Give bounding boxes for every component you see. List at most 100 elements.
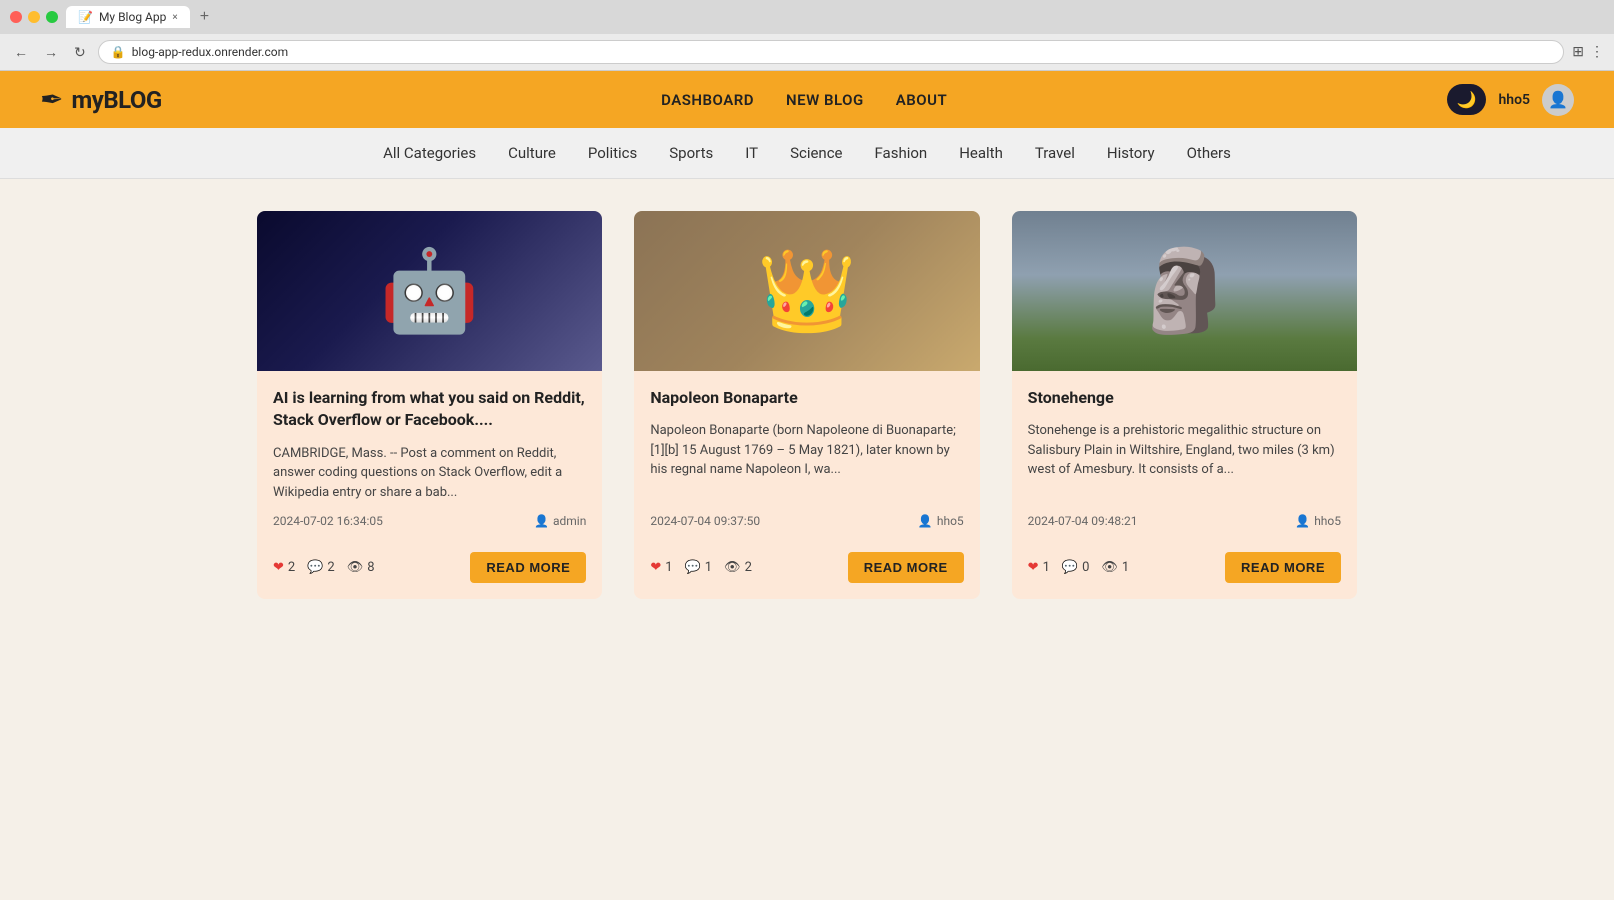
browser-chrome: 📝 My Blog App × + ← → ↻ 🔒 blog-app-redux… (0, 0, 1614, 71)
close-button[interactable] (10, 11, 22, 23)
reload-button[interactable]: ↻ (70, 42, 90, 63)
forward-button[interactable]: → (40, 42, 62, 62)
cards-grid: AI is learning from what you said on Red… (257, 211, 1357, 599)
category-science[interactable]: Science (790, 144, 842, 162)
card-3-stats: ❤ 1 💬 0 👁 1 (1028, 560, 1130, 575)
eye-icon: 👁 (347, 560, 364, 575)
category-all[interactable]: All Categories (383, 144, 476, 162)
card-2-excerpt: Napoleon Bonaparte (born Napoleone di Bu… (650, 421, 963, 502)
card-3-comments: 💬 0 (1062, 560, 1090, 575)
user-avatar[interactable]: 👤 (1542, 84, 1574, 116)
category-health[interactable]: Health (959, 144, 1003, 162)
card-2-meta: 2024-07-04 09:37:50 👤 hho5 (650, 514, 963, 528)
card-2-read-more[interactable]: READ MORE (848, 552, 964, 583)
comment-icon: 💬 (307, 560, 323, 575)
card-3-comments-count: 0 (1082, 560, 1089, 575)
eye-icon-3: 👁 (1101, 560, 1118, 575)
category-politics[interactable]: Politics (588, 144, 637, 162)
category-it[interactable]: IT (745, 144, 758, 162)
heart-icon-2: ❤ (650, 560, 661, 575)
card-1-author: admin (553, 514, 586, 528)
back-button[interactable]: ← (10, 42, 32, 62)
dark-mode-toggle[interactable]: 🌙 (1447, 84, 1487, 115)
lock-icon: 🔒 (111, 45, 126, 59)
card-2-views-count: 2 (745, 560, 752, 575)
blog-card-1: AI is learning from what you said on Red… (257, 211, 602, 599)
card-1-image (257, 211, 602, 371)
card-1-views: 👁 8 (347, 560, 375, 575)
card-1-excerpt: CAMBRIDGE, Mass. -- Post a comment on Re… (273, 444, 586, 503)
nav-about[interactable]: ABOUT (896, 91, 947, 109)
card-2-likes: ❤ 1 (650, 560, 672, 575)
card-1-meta: 2024-07-02 16:34:05 👤 admin (273, 514, 586, 528)
card-3-author-area: 👤 hho5 (1295, 514, 1341, 528)
card-2-likes-count: 1 (665, 560, 672, 575)
card-1-footer: ❤ 2 💬 2 👁 8 READ MORE (257, 544, 602, 599)
moon-icon: 🌙 (1457, 90, 1477, 109)
card-2-title: Napoleon Bonaparte (650, 387, 963, 409)
heart-icon-3: ❤ (1028, 560, 1039, 575)
category-others[interactable]: Others (1187, 144, 1231, 162)
tab-favicon: 📝 (78, 10, 93, 24)
card-2-date: 2024-07-04 09:37:50 (650, 514, 760, 528)
card-3-read-more[interactable]: READ MORE (1225, 552, 1341, 583)
card-3-likes: ❤ 1 (1028, 560, 1050, 575)
extensions-icon[interactable]: ⊞ (1572, 44, 1584, 60)
card-3-likes-count: 1 (1043, 560, 1050, 575)
app-header: ✒ myBLOG DASHBOARD NEW BLOG ABOUT 🌙 hho5… (0, 71, 1614, 128)
card-2-views: 👁 2 (724, 560, 752, 575)
card-3-body: Stonehenge Stonehenge is a prehistoric m… (1012, 371, 1357, 544)
category-history[interactable]: History (1107, 144, 1155, 162)
logo-area: ✒ myBLOG (40, 83, 162, 116)
card-1-date: 2024-07-02 16:34:05 (273, 514, 383, 528)
comment-icon-3: 💬 (1062, 560, 1078, 575)
card-2-author: hho5 (937, 514, 964, 528)
nav-new-blog[interactable]: NEW BLOG (786, 91, 864, 109)
card-1-comments-count: 2 (327, 560, 334, 575)
card-3-views: 👁 1 (1101, 560, 1129, 575)
category-travel[interactable]: Travel (1035, 144, 1075, 162)
card-3-meta: 2024-07-04 09:48:21 👤 hho5 (1028, 514, 1341, 528)
tab-title: My Blog App (99, 10, 166, 24)
toolbar-icons: ⊞ ⋮ (1572, 44, 1604, 60)
category-nav: All Categories Culture Politics Sports I… (0, 128, 1614, 179)
card-1-stats: ❤ 2 💬 2 👁 8 (273, 560, 375, 575)
main-nav: DASHBOARD NEW BLOG ABOUT (661, 91, 947, 109)
url-text: blog-app-redux.onrender.com (132, 45, 288, 59)
username-display: hho5 (1498, 92, 1530, 108)
card-1-title: AI is learning from what you said on Red… (273, 387, 586, 432)
author-3-icon: 👤 (1295, 514, 1310, 528)
menu-icon[interactable]: ⋮ (1590, 44, 1604, 60)
card-1-views-count: 8 (367, 560, 374, 575)
nav-dashboard[interactable]: DASHBOARD (661, 91, 754, 109)
card-1-read-more[interactable]: READ MORE (470, 552, 586, 583)
browser-toolbar: ← → ↻ 🔒 blog-app-redux.onrender.com ⊞ ⋮ (0, 34, 1614, 70)
address-bar[interactable]: 🔒 blog-app-redux.onrender.com (98, 40, 1565, 64)
browser-titlebar: 📝 My Blog App × + (0, 0, 1614, 34)
card-2-body: Napoleon Bonaparte Napoleon Bonaparte (b… (634, 371, 979, 544)
author-1-icon: 👤 (534, 514, 549, 528)
category-sports[interactable]: Sports (669, 144, 713, 162)
category-fashion[interactable]: Fashion (875, 144, 928, 162)
category-culture[interactable]: Culture (508, 144, 556, 162)
header-right: 🌙 hho5 👤 (1447, 84, 1574, 116)
logo-text: myBLOG (71, 86, 161, 114)
tab-close-button[interactable]: × (172, 12, 177, 23)
card-2-stats: ❤ 1 💬 1 👁 2 (650, 560, 752, 575)
card-3-footer: ❤ 1 💬 0 👁 1 READ MORE (1012, 544, 1357, 599)
author-2-icon: 👤 (918, 514, 933, 528)
new-tab-button[interactable]: + (194, 8, 215, 26)
card-2-footer: ❤ 1 💬 1 👁 2 READ MORE (634, 544, 979, 599)
card-3-author: hho5 (1314, 514, 1341, 528)
card-2-comments-count: 1 (705, 560, 712, 575)
avatar-icon: 👤 (1548, 90, 1568, 109)
heart-icon: ❤ (273, 560, 284, 575)
card-2-author-area: 👤 hho5 (918, 514, 964, 528)
card-3-title: Stonehenge (1028, 387, 1341, 409)
active-tab[interactable]: 📝 My Blog App × (66, 6, 190, 28)
card-1-comments: 💬 2 (307, 560, 335, 575)
card-3-views-count: 1 (1122, 560, 1129, 575)
maximize-button[interactable] (46, 11, 58, 23)
card-3-date: 2024-07-04 09:48:21 (1028, 514, 1138, 528)
minimize-button[interactable] (28, 11, 40, 23)
